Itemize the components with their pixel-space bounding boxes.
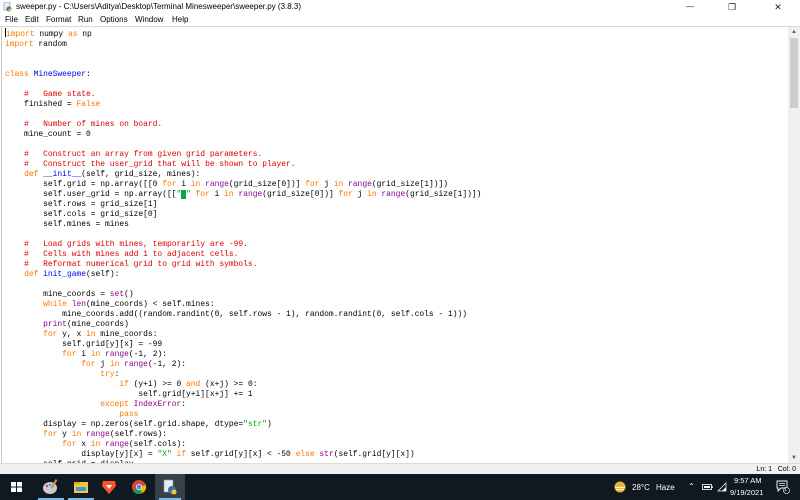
menu-format[interactable]: Format — [46, 14, 71, 26]
restore-icon: ❐ — [727, 2, 737, 12]
action-center-button[interactable]: 1 — [776, 480, 790, 494]
code-text[interactable]: import numpy as np import random class M… — [5, 28, 481, 463]
wifi-icon[interactable] — [717, 482, 727, 492]
menu-help[interactable]: Help — [172, 14, 188, 26]
code-editor[interactable]: import numpy as np import random class M… — [1, 27, 788, 463]
notification-count: 1 — [784, 487, 787, 493]
weather-condition[interactable]: Haze — [656, 483, 675, 492]
close-button[interactable]: ✕ — [758, 0, 798, 14]
maximize-button[interactable]: ❐ — [712, 0, 752, 14]
taskbar-chrome[interactable] — [122, 474, 156, 500]
title-bar: sweeper.py - C:\Users\Aditya\Desktop\Ter… — [0, 0, 800, 14]
python-file-icon — [3, 2, 12, 12]
show-hidden-icons-chevron-icon[interactable]: ⌃ — [688, 482, 695, 491]
taskbar-brave[interactable] — [92, 474, 126, 500]
menu-edit[interactable]: Edit — [25, 14, 39, 26]
menu-file[interactable]: File — [5, 14, 18, 26]
scrollbar-thumb[interactable] — [790, 38, 798, 108]
window-title: sweeper.py - C:\Users\Aditya\Desktop\Ter… — [16, 2, 302, 11]
scroll-up-arrow-icon[interactable]: ▲ — [788, 27, 800, 37]
clock-date[interactable]: 9/19/2021 — [730, 488, 763, 497]
minimize-button[interactable]: — — [670, 0, 710, 14]
taskbar: 28°C Haze ⌃ 9:57 AM 9/19/2021 1 — [0, 474, 800, 500]
clock-time[interactable]: 9:57 AM — [734, 476, 762, 485]
menu-run[interactable]: Run — [78, 14, 93, 26]
weather-temperature[interactable]: 28°C — [632, 483, 650, 492]
menu-window[interactable]: Window — [135, 14, 163, 26]
close-icon: ✕ — [774, 2, 782, 12]
weather-haze-icon — [614, 481, 626, 493]
menu-bar: File Edit Format Run Options Window Help — [0, 14, 800, 26]
menu-options[interactable]: Options — [100, 14, 128, 26]
taskbar-paint[interactable] — [34, 474, 68, 500]
scroll-down-arrow-icon[interactable]: ▼ — [788, 453, 800, 463]
chrome-icon — [132, 480, 147, 494]
taskbar-python-idle[interactable] — [155, 474, 185, 500]
battery-icon[interactable] — [702, 483, 713, 491]
minimize-icon: — — [686, 2, 694, 11]
python-file-icon — [163, 479, 177, 495]
windows-logo-icon — [11, 482, 22, 492]
paint-palette-icon — [43, 479, 58, 494]
notification-icon — [776, 480, 790, 494]
vertical-scrollbar[interactable]: ▲ ▼ — [788, 27, 800, 463]
start-button[interactable] — [0, 474, 34, 500]
brave-lion-icon — [102, 481, 116, 494]
